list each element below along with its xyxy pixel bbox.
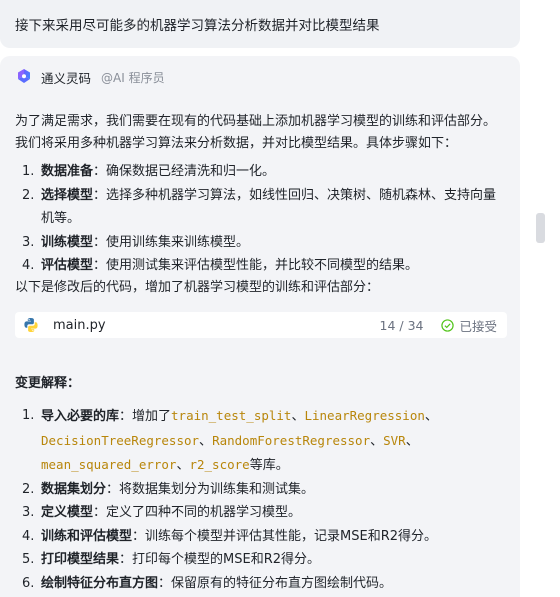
list-number: 5.	[22, 552, 35, 567]
list-number: 1.	[22, 408, 35, 423]
code-file-name: main.py	[53, 317, 106, 333]
check-circle-icon	[441, 318, 455, 332]
step-text: ：确保数据已经清洗和归一化。	[93, 164, 276, 179]
code-identifier: DecisionTreeRegressor	[41, 432, 200, 448]
assistant-response-card: 通义灵码 @AI 程序员 为了满足需求，我们需要在现有的代码基础上添加机器学习模…	[0, 56, 520, 597]
list-item: 1. 导入必要的库：增加了train_test_split、LinearRegr…	[15, 404, 505, 478]
list-number: 3.	[22, 505, 35, 520]
list-item: 4. 训练和评估模型：训练每个模型并评估其性能，记录MSE和R2得分。	[15, 525, 505, 549]
list-item: 6. 绘制特征分布直方图：保留原有的特征分布直方图绘制代码。	[15, 572, 505, 596]
separator: 、	[176, 458, 190, 473]
list-number: 6.	[22, 575, 35, 591]
code-identifier: LinearRegression	[304, 408, 425, 423]
change-text: ：打印每个模型的MSE和R2得分。	[119, 552, 321, 567]
list-item: 4. 评估模型：使用测试集来评估模型性能，并比较不同模型的结果。	[15, 254, 505, 278]
code-identifier: train_test_split	[171, 408, 292, 423]
accepted-label: 已接受	[459, 318, 497, 334]
list-number: 4.	[22, 258, 35, 273]
change-text: ：增加了	[119, 409, 172, 424]
assistant-role-tag: @AI 程序员	[101, 70, 165, 85]
code-identifier: SVR	[383, 432, 406, 448]
step-title: 训练模型	[41, 234, 94, 250]
separator: 、	[370, 433, 384, 449]
tongyi-logo-icon	[18, 69, 30, 83]
change-text: ：保留原有的特征分布直方图绘制代码。	[158, 575, 393, 591]
user-message-text: 接下来采用尽可能多的机器学习算法分析数据并对比模型结果	[15, 18, 380, 34]
list-number: 1.	[22, 164, 35, 179]
step-title: 评估模型	[41, 258, 94, 273]
list-item: 3. 训练模型：使用训练集来训练模型。	[15, 231, 505, 255]
changes-title: 变更解释：	[15, 376, 81, 391]
change-text: ：定义了四种不同的机器学习模型。	[93, 505, 302, 520]
change-title: 定义模型	[41, 505, 94, 520]
step-text: ：使用测试集来评估模型性能，并比较不同模型的结果。	[93, 258, 419, 273]
change-text: ：训练每个模型并评估其性能，记录MSE和R2得分。	[132, 528, 438, 544]
separator: 、	[199, 433, 213, 449]
change-title: 打印模型结果	[41, 552, 120, 567]
change-title: 数据集划分	[41, 481, 107, 497]
accepted-status: 已接受	[441, 316, 497, 335]
step-title: 选择模型	[41, 187, 94, 203]
list-item: 2. 选择模型：选择多种机器学习算法，如线性回归、决策树、随机森林、支持向量 机…	[15, 184, 505, 231]
list-number: 2.	[22, 187, 35, 203]
steps-list: 1. 数据准备：确保数据已经清洗和归一化。 2. 选择模型：选择多种机器学习算法…	[15, 160, 505, 278]
intro-line-1: 为了满足需求，我们需要在现有的代码基础上添加机器学习模型的训练和评估部分。	[15, 114, 497, 129]
assistant-header: 通义灵码 @AI 程序员	[15, 67, 165, 87]
list-item: 5. 打印模型结果：打印每个模型的MSE和R2得分。	[15, 548, 505, 572]
change-title: 导入必要的库	[41, 409, 120, 424]
code-file-chip[interactable]: main.py 14 / 34 已接受	[15, 312, 507, 338]
change-title: 训练和评估模型	[41, 528, 133, 544]
step-text-continued: 机等。	[41, 211, 81, 226]
separator: 、	[291, 409, 305, 424]
list-number: 2.	[22, 481, 35, 497]
step-title: 数据准备	[41, 164, 94, 179]
list-item: 1. 数据准备：确保数据已经清洗和归一化。	[15, 160, 505, 184]
code-identifier: RandomForestRegressor	[212, 432, 371, 448]
intro-line-2: 我们将采用多种机器学习算法来分析数据，并对比模型结果。具体步骤如下：	[15, 136, 458, 151]
step-text: ：选择多种机器学习算法，如线性回归、决策树、随机森林、支持向量	[93, 187, 497, 203]
python-icon	[24, 318, 38, 332]
list-number: 4.	[22, 528, 35, 544]
separator: 、	[424, 409, 438, 424]
assistant-name: 通义灵码	[41, 70, 92, 86]
change-text: 等库。	[249, 458, 289, 473]
changes-list: 1. 导入必要的库：增加了train_test_split、LinearRegr…	[15, 404, 505, 595]
list-number: 3.	[22, 234, 35, 250]
code-line-count: 14 / 34	[379, 317, 424, 333]
code-intro: 以下是修改后的代码，增加了机器学习模型的训练和评估部分：	[15, 280, 380, 295]
change-title: 绘制特征分布直方图	[41, 575, 159, 591]
user-message-bubble: 接下来采用尽可能多的机器学习算法分析数据并对比模型结果	[0, 0, 520, 48]
step-text: ：使用训练集来训练模型。	[93, 234, 250, 250]
code-identifier: mean_squared_error	[41, 457, 177, 472]
list-item: 2. 数据集划分：将数据集划分为训练集和测试集。	[15, 478, 505, 502]
code-identifier: r2_score	[189, 457, 250, 472]
scrollbar-thumb[interactable]	[536, 213, 545, 243]
change-text: ：将数据集划分为训练集和测试集。	[106, 481, 315, 497]
list-item: 3. 定义模型：定义了四种不同的机器学习模型。	[15, 501, 505, 525]
separator: 、	[405, 433, 419, 449]
